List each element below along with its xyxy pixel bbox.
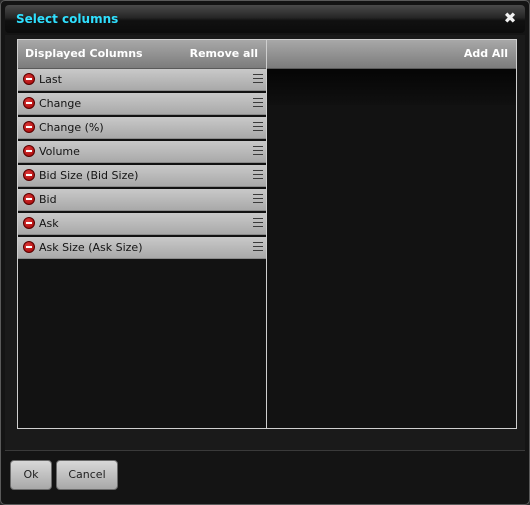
dialog-title: Select columns <box>16 12 119 26</box>
close-icon[interactable]: ✖ <box>503 10 517 26</box>
footer-divider <box>5 450 525 451</box>
column-label: Bid <box>39 193 57 206</box>
column-row[interactable]: Volume <box>18 141 266 163</box>
drag-handle-icon[interactable] <box>253 218 263 227</box>
drag-handle-icon[interactable] <box>253 170 263 179</box>
column-row[interactable]: Last <box>18 69 266 91</box>
column-label: Ask Size (Ask Size) <box>39 241 143 254</box>
column-label: Ask <box>39 217 59 230</box>
column-row[interactable]: Bid <box>18 189 266 211</box>
column-label: Change (%) <box>39 121 104 134</box>
column-row[interactable]: Ask Size (Ask Size) <box>18 237 266 259</box>
column-row[interactable]: Bid Size (Bid Size) <box>18 165 266 187</box>
column-label: Bid Size (Bid Size) <box>39 169 139 182</box>
available-columns-panel: Add All <box>266 39 517 429</box>
remove-icon[interactable] <box>23 121 35 133</box>
column-row[interactable]: Ask <box>18 213 266 235</box>
cancel-button[interactable]: Cancel <box>56 460 118 490</box>
drag-handle-icon[interactable] <box>253 122 263 131</box>
remove-icon[interactable] <box>23 97 35 109</box>
available-columns-header: Add All <box>267 40 516 69</box>
drag-handle-icon[interactable] <box>253 194 263 203</box>
select-columns-dialog: Select columns ✖ Displayed Columns Remov… <box>0 0 530 505</box>
column-label: Volume <box>39 145 80 158</box>
displayed-columns-panel: Displayed Columns Remove all Last Change C… <box>17 39 267 429</box>
column-label: Change <box>39 97 82 110</box>
remove-icon[interactable] <box>23 217 35 229</box>
add-all-button[interactable]: Add All <box>464 47 508 60</box>
displayed-columns-header: Displayed Columns Remove all <box>18 40 266 69</box>
remove-icon[interactable] <box>23 193 35 205</box>
remove-icon[interactable] <box>23 169 35 181</box>
dialog-titlebar[interactable]: Select columns ✖ <box>5 5 525 33</box>
drag-handle-icon[interactable] <box>253 146 263 155</box>
remove-all-button[interactable]: Remove all <box>190 47 258 60</box>
drag-handle-icon[interactable] <box>253 98 263 107</box>
displayed-columns-title: Displayed Columns <box>25 47 143 60</box>
displayed-columns-list: Last Change Change (%) Volume Bid Size (Bid … <box>18 69 266 261</box>
drag-handle-icon[interactable] <box>253 74 263 83</box>
available-columns-list <box>267 69 516 105</box>
column-row[interactable]: Change (%) <box>18 117 266 139</box>
remove-icon[interactable] <box>23 73 35 85</box>
ok-button[interactable]: Ok <box>10 460 52 490</box>
column-label: Last <box>39 73 62 86</box>
column-row[interactable]: Change <box>18 93 266 115</box>
remove-icon[interactable] <box>23 241 35 253</box>
remove-icon[interactable] <box>23 145 35 157</box>
drag-handle-icon[interactable] <box>253 242 263 251</box>
